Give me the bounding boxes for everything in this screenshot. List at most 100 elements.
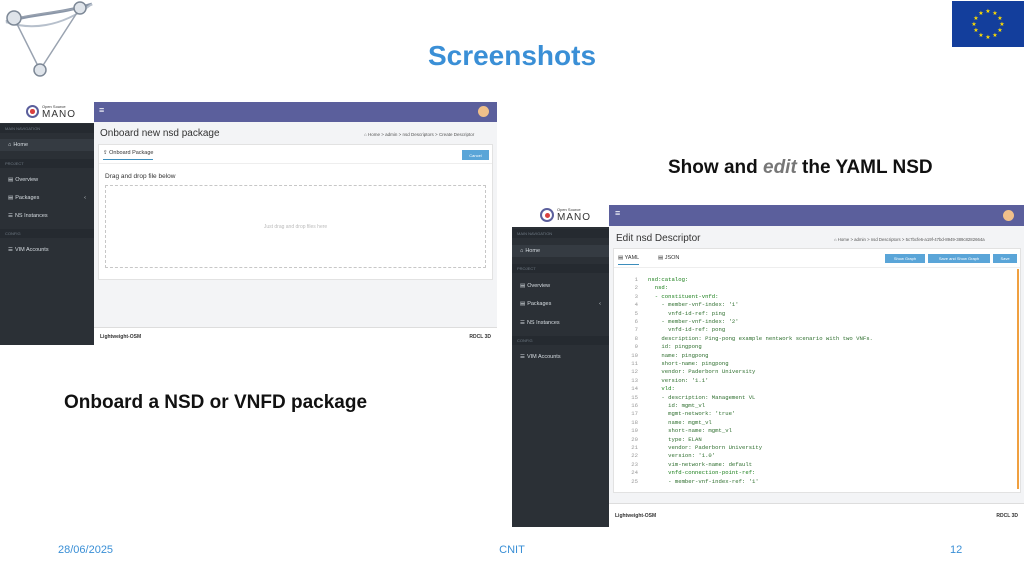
- svg-text:★: ★: [978, 32, 983, 39]
- list-icon: ☰: [8, 213, 13, 219]
- code-line: 18 name: mgmt_vl: [618, 419, 1016, 427]
- page-title: Onboard new nsd package: [100, 128, 220, 139]
- tab-json[interactable]: ▤ JSON: [658, 255, 679, 261]
- line-number: 11: [631, 360, 638, 367]
- cancel-button[interactable]: Cancel: [462, 150, 489, 160]
- code-line: 9 id: pingpong: [618, 343, 1016, 351]
- line-number: 5: [634, 309, 638, 317]
- top-bar: ≡: [609, 205, 1024, 226]
- svg-text:★: ★: [978, 10, 983, 17]
- line-number: 23: [631, 460, 638, 468]
- sidebar-item-overview[interactable]: ▤ Overview: [0, 174, 94, 186]
- user-avatar-icon[interactable]: [478, 106, 489, 117]
- line-number: 8: [634, 334, 638, 342]
- code-text: vnfd-id-ref: ping: [648, 309, 726, 317]
- nav-header-config: CONFIG: [0, 229, 94, 238]
- code-text: type: ELAN: [648, 435, 702, 443]
- code-line: 11 short-name: pingpong: [618, 360, 1016, 368]
- sidebar-item-packages[interactable]: ▤ Packages ‹: [512, 298, 609, 310]
- tab-onboard-package[interactable]: ⇪ Onboard Package: [103, 150, 154, 160]
- sidebar-item-packages[interactable]: ▤ Packages ‹: [0, 192, 94, 204]
- code-line: 2 nsd:: [618, 284, 1016, 292]
- drop-zone[interactable]: Just drag and drop files here: [105, 185, 486, 268]
- breadcrumb: ⌂ Home > admin > nsd Descriptors > 5c7bc…: [834, 237, 985, 242]
- yaml-code-editor[interactable]: 1 nsd:catalog: 2 nsd: 3 - constituent-vnfd:…: [618, 276, 1016, 488]
- scrollbar[interactable]: [1017, 269, 1019, 489]
- user-avatar-icon[interactable]: [1003, 210, 1014, 221]
- list-icon: ☰: [520, 320, 525, 326]
- file-icon: ▤: [618, 255, 625, 261]
- chevron-left-icon: ‹: [599, 301, 601, 307]
- svg-text:★: ★: [973, 27, 978, 34]
- line-number: 21: [631, 444, 638, 451]
- file-icon: ▤: [8, 177, 14, 183]
- code-line: 1 nsd:catalog:: [618, 276, 1016, 284]
- code-line: 6 - member-vnf-index: '2': [618, 318, 1016, 326]
- svg-text:★: ★: [971, 21, 976, 28]
- nav-header-project: PROJECT: [512, 264, 609, 273]
- sidebar: Open Source MANO MAIN NAVIGATION ⌂ Home P…: [0, 102, 94, 345]
- file-icon: ▤: [658, 255, 665, 261]
- screenshot-onboard: Open Source MANO MAIN NAVIGATION ⌂ Home P…: [0, 102, 497, 345]
- code-text: vendor: Paderborn University: [648, 444, 763, 451]
- screenshot-edit-nsd: Open Source MANO MAIN NAVIGATION ⌂ Home P…: [512, 205, 1024, 527]
- hamburger-icon[interactable]: ≡: [99, 105, 104, 115]
- show-graph-button[interactable]: Show Graph: [885, 254, 925, 263]
- mano-logo: Open Source MANO: [0, 102, 94, 123]
- code-text: vim-network-name: default: [648, 460, 753, 468]
- home-icon: ⌂: [520, 248, 524, 254]
- sidebar-item-home[interactable]: ⌂ Home: [512, 245, 609, 257]
- line-number: 17: [631, 410, 638, 418]
- code-text: vld:: [648, 385, 675, 393]
- tab-yaml[interactable]: ▤ YAML: [618, 255, 640, 265]
- sidebar-item-vim-accounts[interactable]: ☰ VIM Accounts: [0, 244, 94, 256]
- sidebar-item-ns-instances[interactable]: ☰ NS Instances: [512, 317, 609, 329]
- code-text: name: mgmt_vl: [648, 418, 712, 426]
- code-line: 8 description: Ping-pong example nentwor…: [618, 335, 1016, 343]
- code-text: - constituent-vnfd:: [648, 292, 719, 300]
- code-text: version: '1.1': [648, 376, 709, 384]
- code-text: name: pingpong: [648, 351, 709, 359]
- file-icon: ▤: [8, 195, 14, 201]
- code-line: 12 vendor: Paderborn University: [618, 368, 1016, 376]
- svg-text:★: ★: [997, 27, 1002, 34]
- line-number: 19: [631, 427, 638, 435]
- code-line: 15 - description: Management VL: [618, 394, 1016, 402]
- slide-title: Screenshots: [427, 40, 597, 71]
- sidebar-item-ns-instances[interactable]: ☰ NS Instances: [0, 210, 94, 222]
- code-line: 14 vld:: [618, 385, 1016, 393]
- hamburger-icon[interactable]: ≡: [615, 208, 620, 218]
- code-text: mgmt-network: 'true': [648, 410, 736, 418]
- code-line: 13 version: '1.1': [618, 377, 1016, 385]
- code-text: - member-vnf-index: '1': [648, 301, 739, 309]
- line-number: 22: [631, 452, 638, 460]
- sidebar-item-overview[interactable]: ▤ Overview: [512, 280, 609, 292]
- line-number: 24: [631, 469, 638, 477]
- app-footer: Lightweight-OSM RDCL 3D: [609, 503, 1024, 527]
- code-text: short-name: pingpong: [648, 360, 729, 367]
- line-number: 6: [634, 318, 638, 325]
- code-line: 23 vim-network-name: default: [618, 461, 1016, 469]
- code-text: version: '1.0': [648, 452, 716, 460]
- save-and-show-graph-button[interactable]: Save and Show Graph: [928, 254, 990, 263]
- content-panel: ⇪ Onboard Package Cancel Drag and drop f…: [98, 144, 493, 280]
- line-number: 10: [631, 351, 638, 359]
- page-number: 12: [950, 544, 963, 556]
- code-line: 17 mgmt-network: 'true': [618, 410, 1016, 418]
- line-number: 18: [631, 418, 638, 426]
- nav-header-main: MAIN NAVIGATION: [0, 124, 94, 133]
- code-line: 21 vendor: Paderborn University: [618, 444, 1016, 452]
- page-title: Edit nsd Descriptor: [616, 233, 701, 244]
- list-icon: ☰: [8, 247, 13, 253]
- line-number: 4: [634, 301, 638, 309]
- code-line: 3 - constituent-vnfd:: [618, 293, 1016, 301]
- line-number: 9: [634, 343, 638, 351]
- line-number: 12: [631, 368, 638, 376]
- sidebar-item-vim-accounts[interactable]: ☰ VIM Accounts: [512, 351, 609, 363]
- footer-organization: CNIT: [499, 544, 525, 556]
- sidebar-item-home[interactable]: ⌂ Home: [0, 139, 94, 151]
- svg-text:★: ★: [985, 8, 990, 15]
- save-button[interactable]: Save: [993, 254, 1017, 263]
- line-number: 13: [631, 376, 638, 384]
- app-footer: Lightweight-OSM RDCL 3D: [94, 327, 497, 345]
